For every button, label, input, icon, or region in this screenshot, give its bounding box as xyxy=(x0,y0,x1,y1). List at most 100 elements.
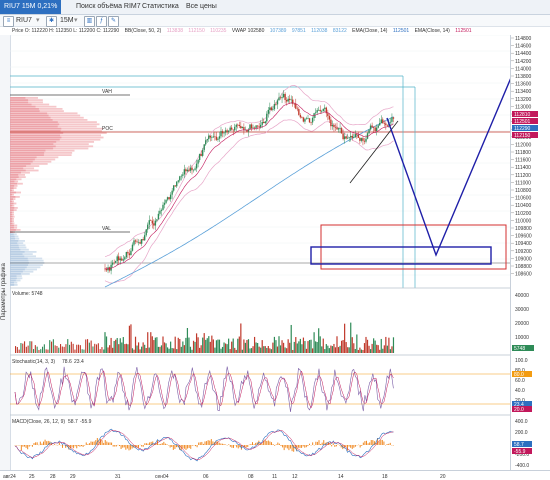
price-ohlc: Price O: 112220 H: 112350 L: 112200 C: 1… xyxy=(12,28,119,34)
stochastic-badge-text: 80.0 xyxy=(514,372,524,378)
volume-tick: 10000 xyxy=(515,335,529,341)
price-tick: 111600 xyxy=(515,158,531,164)
stochastic-badge-text: 20.0 xyxy=(514,407,524,413)
ema-line xyxy=(105,103,394,269)
time-tick: 18 xyxy=(382,474,388,480)
menu-icon[interactable]: ≡ xyxy=(3,16,14,27)
price-badge-text: 112290 xyxy=(514,126,531,132)
price-tick: 108800 xyxy=(515,264,532,270)
time-tick: 20 xyxy=(440,474,446,480)
time-tick: 06 xyxy=(203,474,209,480)
indicators-icon[interactable]: ƒ xyxy=(96,16,107,27)
price-tick: 113800 xyxy=(515,74,532,80)
time-tick: 11 xyxy=(272,474,277,480)
vah-label: VAH xyxy=(102,89,112,95)
time-tick: 31 xyxy=(115,474,121,480)
price-tick: 113600 xyxy=(515,82,532,88)
macd-tick: -400.0 xyxy=(515,463,529,469)
draw-tools-icon[interactable]: ✎ xyxy=(108,16,119,27)
time-tick: 14 xyxy=(338,474,344,480)
ema2-value: 112501 xyxy=(455,28,471,34)
stochastic-tick: 60.0 xyxy=(515,378,525,384)
price-tick: 113000 xyxy=(515,104,532,110)
volume-label: Volume: 5748 xyxy=(12,291,43,297)
price-tick: 110800 xyxy=(515,188,532,194)
price-tick: 113400 xyxy=(515,89,532,95)
price-tick: 110200 xyxy=(515,211,532,217)
price-tick: 111200 xyxy=(515,173,531,179)
price-tick: 113200 xyxy=(515,97,532,103)
settings-icon[interactable]: ✱ xyxy=(46,16,57,27)
poc-label: POC xyxy=(102,126,113,132)
macd-tick: 200.0 xyxy=(515,430,528,436)
tab-statistics[interactable]: Статистика xyxy=(138,0,183,14)
vwap-line xyxy=(105,117,394,287)
time-tick: 28 xyxy=(50,474,56,480)
price-badge-text: 112501 xyxy=(514,119,531,125)
bb-value-3: 110235 xyxy=(210,28,226,34)
volume-tick: 20000 xyxy=(515,321,529,327)
macd-badge-text: 58.7 xyxy=(514,442,524,448)
price-tick: 109400 xyxy=(515,241,532,247)
chart-canvas[interactable]: VAH POC VAL Volume: 5748 xyxy=(10,35,510,470)
price-tick: 114200 xyxy=(515,59,532,65)
tab-bar: RIU7 15M 0,21% Поиск объёма RIM7 Статист… xyxy=(0,0,550,15)
price-tick: 111400 xyxy=(515,165,531,171)
price-tick: 114000 xyxy=(515,66,532,72)
volume-badge-text: 5748 xyxy=(514,346,525,352)
stochastic-value-k: 78.6 xyxy=(62,359,72,365)
price-tick: 109200 xyxy=(515,249,532,255)
time-tick: 25 xyxy=(29,474,35,480)
macd-label: MACD(Close, 26, 12, 9) xyxy=(12,419,65,425)
chart-toolbar: ≡ RIU7 ▾ ✱ 15M ▾ ▥ ƒ ✎ xyxy=(0,15,550,27)
timeframe-select[interactable]: 15M xyxy=(60,16,74,25)
vwap-label: VWAP 102580 xyxy=(232,28,265,34)
price-tick: 111000 xyxy=(515,180,531,186)
time-tick: сен04 xyxy=(155,474,169,480)
tab-riu7-15m[interactable]: RIU7 15M 0,21% xyxy=(0,0,61,14)
volume-profile xyxy=(10,97,107,286)
price-tick: 114400 xyxy=(515,51,532,57)
stochastic-tick: 40.0 xyxy=(515,388,525,394)
volume-tick: 30000 xyxy=(515,307,529,313)
bb-value-1: 113838 xyxy=(167,28,183,34)
price-tick: 114600 xyxy=(515,44,532,50)
stochastic-value-d: 23.4 xyxy=(74,359,84,365)
time-tick: 08 xyxy=(248,474,254,480)
price-tick: 110400 xyxy=(515,203,532,209)
time-tick: 29 xyxy=(70,474,76,480)
val-label: VAL xyxy=(102,226,111,232)
price-tick: 110000 xyxy=(515,218,532,224)
ema2-label: EMA(Close, 14) xyxy=(415,28,450,34)
forecast-path xyxy=(387,47,510,255)
bb-upper-line xyxy=(105,85,394,256)
stochastic-tick: 100.0 xyxy=(515,358,528,364)
tab-all-prices[interactable]: Все цены xyxy=(182,0,221,14)
volume-bars xyxy=(15,323,394,353)
price-tick: 108600 xyxy=(515,272,532,278)
instrument-select[interactable]: RIU7 xyxy=(16,16,32,25)
tab-volume-search[interactable]: Поиск объёма RIM7 xyxy=(72,0,145,14)
indicator-info-line: Price O: 112220 H: 112350 L: 112200 C: 1… xyxy=(12,27,512,35)
bb-label: BB(Close, 50, 2) xyxy=(125,28,162,34)
chevron-down-icon-2[interactable]: ▾ xyxy=(74,16,78,25)
vwap-value-2: 97851 xyxy=(292,28,306,34)
axis-canvas: 114800 114600114400 114200114000 113800 1136… xyxy=(511,35,550,470)
price-tick: 109600 xyxy=(515,234,532,240)
bb-lower-line xyxy=(105,120,394,283)
vwap-value-3: 112038 xyxy=(311,28,327,34)
price-tick: 114800 xyxy=(515,36,532,42)
bb-value-2: 112150 xyxy=(188,28,204,34)
macd-tick: 400.0 xyxy=(515,419,528,425)
price-axis[interactable]: 114800 114600114400 114200114000 113800 1136… xyxy=(510,35,550,470)
price-tick: 109000 xyxy=(515,256,532,262)
chevron-down-icon[interactable]: ▾ xyxy=(36,16,40,25)
target-zone-blue xyxy=(311,247,491,264)
stochastic-label: Stochastic(14, 3, 3) xyxy=(12,359,55,365)
chart-type-icon[interactable]: ▥ xyxy=(84,16,95,27)
chart-area[interactable]: VAH POC VAL Volume: 5748 xyxy=(10,35,510,470)
vwap-value-4: 83122 xyxy=(333,28,347,34)
price-tick: 109800 xyxy=(515,226,532,232)
ema1-label: EMA(Close, 14) xyxy=(352,28,387,34)
macd-value-2: -55.9 xyxy=(80,419,92,425)
